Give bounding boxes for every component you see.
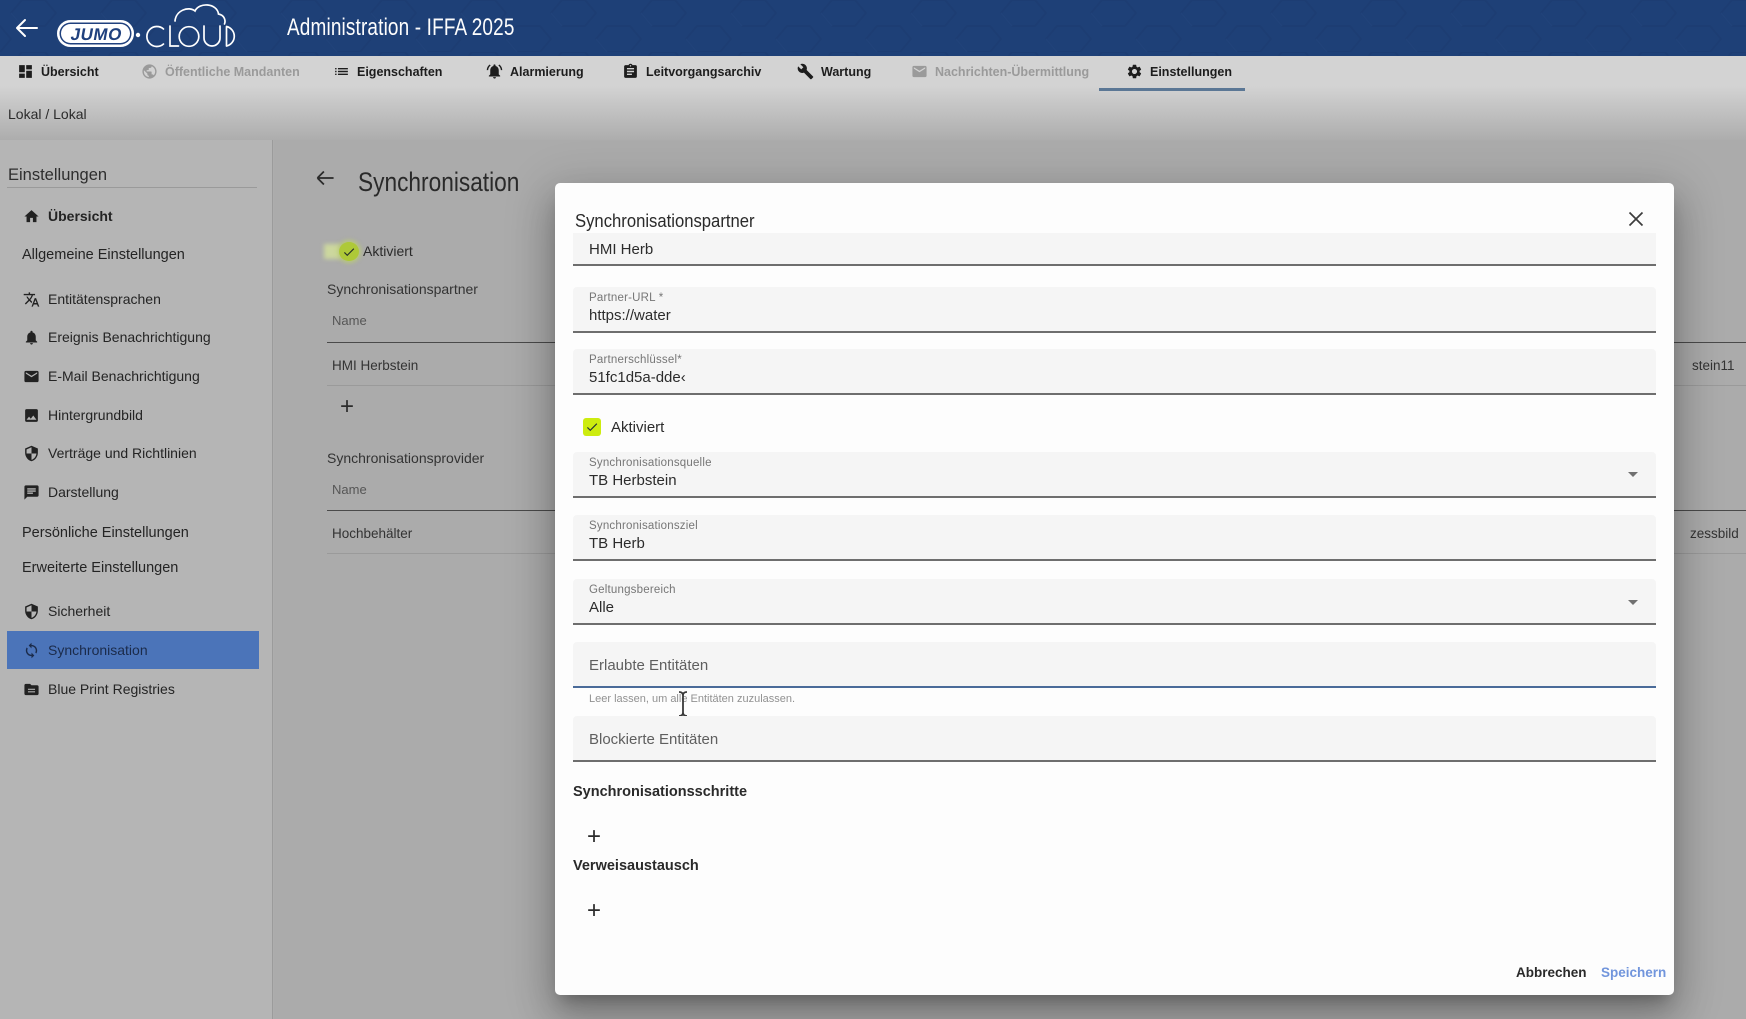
svg-text:JUMO: JUMO (69, 24, 124, 44)
